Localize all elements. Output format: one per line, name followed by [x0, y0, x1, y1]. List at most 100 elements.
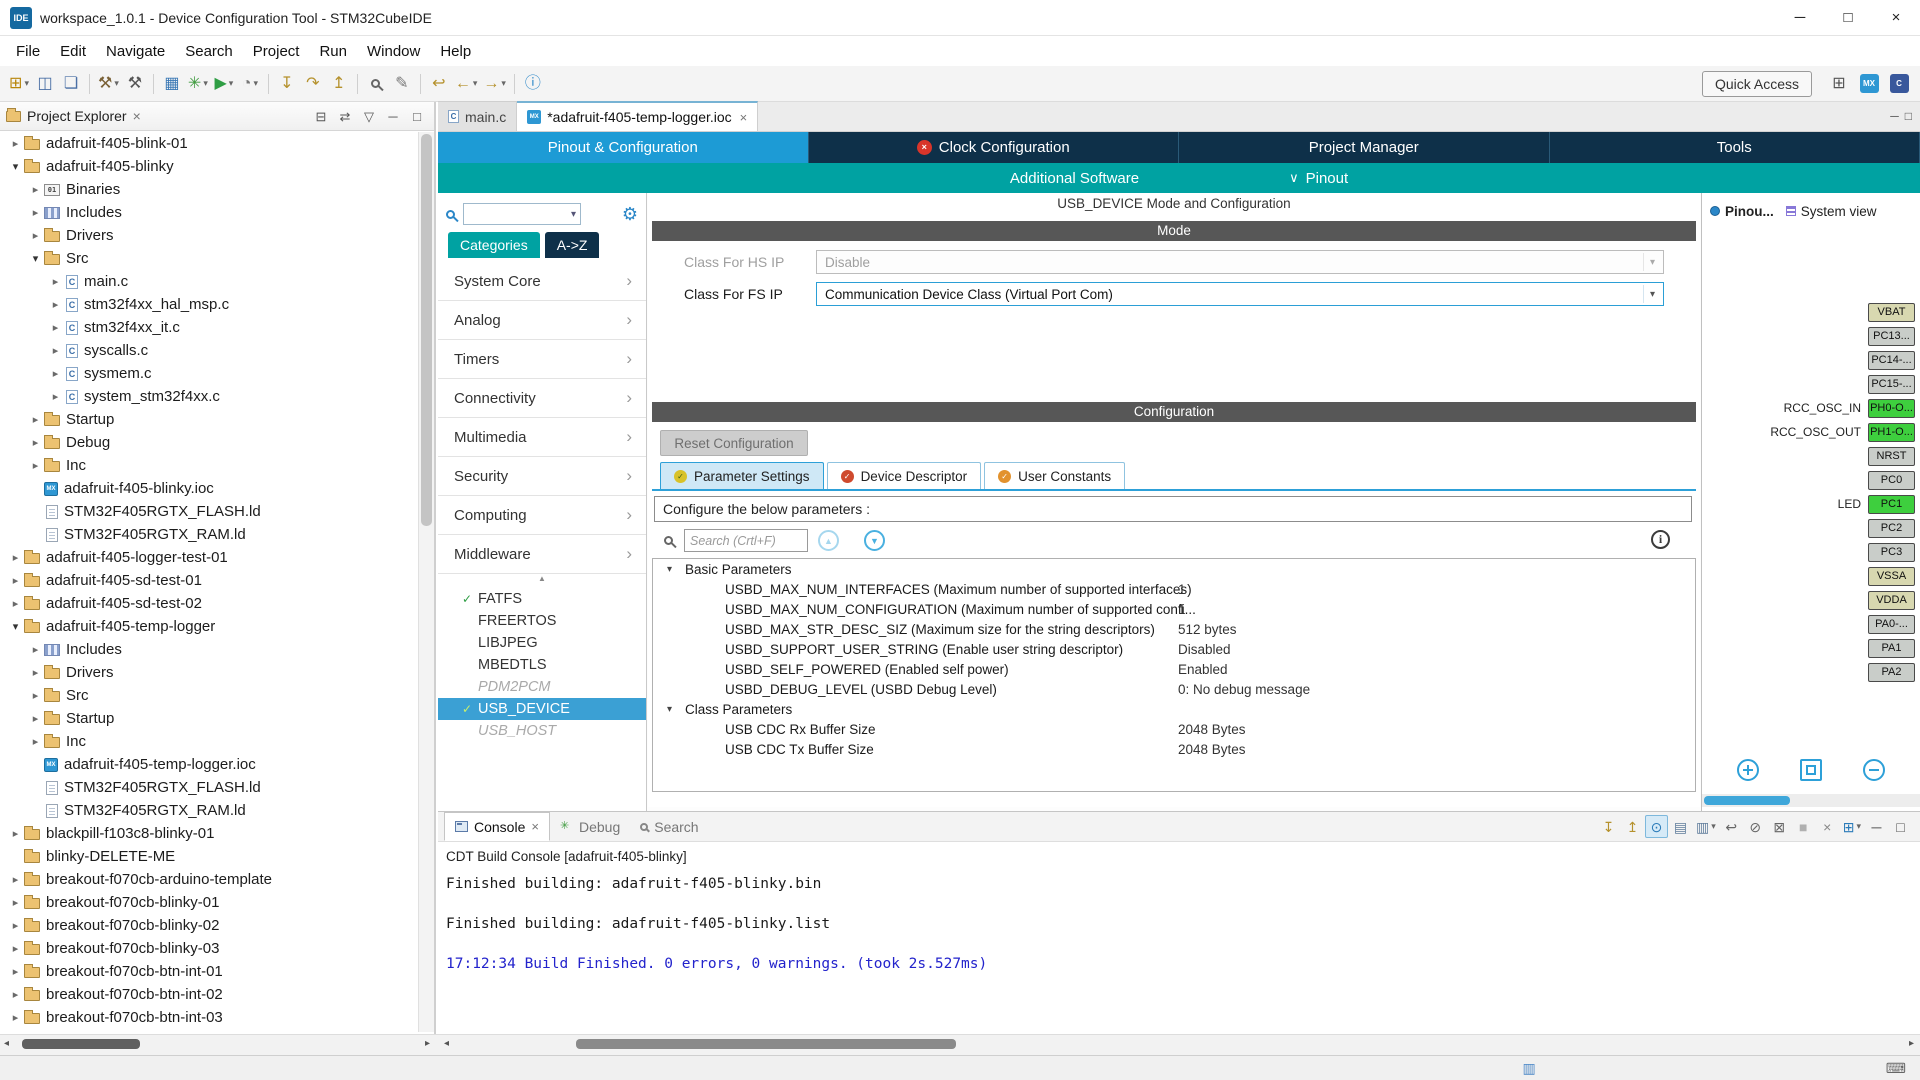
expander-icon[interactable] [8, 827, 23, 840]
pinout-view-tab[interactable]: Pinou... [1710, 204, 1774, 219]
parameter-value[interactable]: 0: No debug message [1178, 682, 1310, 697]
expander-icon[interactable] [28, 735, 43, 748]
new-wizard-icon[interactable]: ⊞ [6, 71, 32, 97]
additional-software-button[interactable]: Additional Software [1010, 170, 1139, 187]
parameter-search-input[interactable] [684, 529, 808, 552]
console-tab[interactable]: Search × [630, 812, 708, 841]
middleware-item[interactable]: USB_HOST [438, 720, 646, 742]
expander-icon[interactable] [48, 344, 63, 357]
tree-item[interactable]: breakout-f070cb-blinky-03 [0, 937, 420, 960]
tree-item[interactable]: Src [0, 684, 420, 707]
toolbar-button[interactable] [153, 74, 154, 94]
tree-item[interactable]: STM32F405RGTX_RAM.ld [0, 523, 420, 546]
expander-icon[interactable] [667, 564, 685, 575]
parameter-value[interactable]: Enabled [1178, 662, 1228, 677]
expander-icon[interactable] [8, 873, 23, 886]
category-item[interactable]: Middleware › [438, 535, 646, 574]
pin[interactable]: PA0-... [1868, 615, 1915, 634]
next-annotation-icon[interactable]: ↧ [1597, 815, 1620, 838]
tree-item[interactable]: syscalls.c [0, 339, 420, 362]
parameter-row[interactable]: USBD_SELF_POWERED (Enabled self power) E… [653, 659, 1695, 679]
parameter-row[interactable]: USBD_MAX_NUM_CONFIGURATION (Maximum numb… [653, 599, 1695, 619]
pinout-horizontal-scrollbar[interactable] [1702, 794, 1920, 807]
pin[interactable]: PC14-... [1868, 351, 1915, 370]
show-console-output-icon[interactable]: ▤ [1669, 815, 1692, 838]
category-item[interactable]: Security › [438, 457, 646, 496]
expander-icon[interactable] [8, 597, 23, 610]
maximize-icon[interactable]: □ [1905, 109, 1912, 123]
middleware-item[interactable]: PDM2PCM [438, 676, 646, 698]
pin[interactable]: PC1 [1868, 495, 1915, 514]
expander-icon[interactable] [8, 942, 23, 955]
step-into-icon[interactable]: ↧ [274, 71, 300, 97]
expander-icon[interactable] [48, 321, 63, 334]
build-working-set-icon[interactable]: ⚒ [95, 71, 122, 97]
pin[interactable]: PC15-... [1868, 375, 1915, 394]
expander-icon[interactable] [8, 620, 23, 633]
remove-launch-icon[interactable]: × [1816, 815, 1839, 838]
pin[interactable]: PC2 [1868, 519, 1915, 538]
tree-item[interactable]: adafruit-f405-temp-logger.ioc [0, 753, 420, 776]
pin[interactable]: PC13... [1868, 327, 1915, 346]
expander-icon[interactable] [8, 919, 23, 932]
maximize-icon[interactable]: □ [406, 105, 428, 127]
ip-search-combo[interactable]: ▾ [463, 203, 581, 225]
pin[interactable]: PA1 [1868, 639, 1915, 658]
parameter-row[interactable]: USB CDC Tx Buffer Size 2048 Bytes [653, 739, 1695, 759]
parameter-tab[interactable]: Parameter Settings [660, 462, 824, 489]
pin[interactable]: PC3 [1868, 543, 1915, 562]
info-icon[interactable]: ⓘ [520, 71, 546, 97]
pin[interactable]: PA2 [1868, 663, 1915, 682]
categories-tab[interactable]: A->Z [545, 232, 600, 258]
parameter-row[interactable]: USBD_MAX_STR_DESC_SIZ (Maximum size for … [653, 619, 1695, 639]
category-item[interactable]: Computing › [438, 496, 646, 535]
parameter-row[interactable]: USB CDC Rx Buffer Size 2048 Bytes [653, 719, 1695, 739]
expander-icon[interactable] [8, 160, 23, 173]
tree-item[interactable]: adafruit-f405-temp-logger [0, 615, 420, 638]
tree-item[interactable]: sysmem.c [0, 362, 420, 385]
device-configuration-perspective-icon[interactable]: MX [1856, 71, 1882, 97]
parameter-row[interactable]: USBD_SUPPORT_USER_STRING (Enable user st… [653, 639, 1695, 659]
save-icon[interactable]: ◫ [32, 71, 58, 97]
tree-item[interactable]: Drivers [0, 224, 420, 247]
category-item[interactable]: Multimedia › [438, 418, 646, 457]
minimize-icon[interactable]: ─ [1865, 815, 1888, 838]
menu-item[interactable]: Search [175, 39, 243, 64]
console-horizontal-scrollbar[interactable]: ◂ ▸ [438, 1037, 1920, 1052]
ioc-config-tab[interactable]: Pinout & Configuration [438, 132, 809, 163]
close-icon[interactable]: × [531, 819, 539, 834]
scroll-lock-icon[interactable]: ⊘ [1744, 815, 1767, 838]
middleware-item[interactable]: LIBJPEG [438, 632, 646, 654]
expander-icon[interactable] [8, 137, 23, 150]
categories-tab[interactable]: Categories [448, 232, 540, 258]
menu-item[interactable]: File [6, 39, 50, 64]
expander-icon[interactable] [8, 574, 23, 587]
build-all-icon[interactable]: ⚒ [122, 71, 148, 97]
pin[interactable]: VDDA [1868, 591, 1915, 610]
tree-item[interactable]: breakout-f070cb-btn-int-03 [0, 1006, 420, 1029]
view-menu-icon[interactable]: ▽ [358, 105, 380, 127]
maximize-icon[interactable]: □ [1889, 815, 1912, 838]
run-icon[interactable]: ▶ [211, 71, 237, 97]
category-item[interactable]: System Core › [438, 262, 646, 301]
scrollbar-thumb[interactable] [576, 1039, 956, 1049]
expander-icon[interactable] [28, 712, 43, 725]
expander-icon[interactable] [28, 252, 43, 265]
scrollbar-thumb[interactable] [1704, 796, 1790, 805]
console-tab[interactable]: Debug × [550, 812, 630, 841]
ioc-config-tab[interactable]: Tools [1550, 132, 1920, 163]
scroll-left-icon[interactable]: ◂ [444, 1038, 449, 1049]
tree-item[interactable]: breakout-f070cb-blinky-01 [0, 891, 420, 914]
pin-console-icon[interactable]: ⊙ [1645, 815, 1668, 838]
minimize-icon[interactable]: ─ [1890, 109, 1899, 123]
pin[interactable]: VSSA [1868, 567, 1915, 586]
parameter-value[interactable]: 512 bytes [1178, 622, 1237, 637]
tree-item[interactable]: Binaries [0, 178, 420, 201]
menu-item[interactable]: Edit [50, 39, 96, 64]
tree-item[interactable]: Inc [0, 730, 420, 753]
profile-icon[interactable]: ◔ [237, 71, 263, 97]
tree-item[interactable]: Includes [0, 638, 420, 661]
tree-item[interactable]: stm32f4xx_hal_msp.c [0, 293, 420, 316]
tree-item[interactable]: Startup [0, 408, 420, 431]
zoom-out-button[interactable] [1863, 759, 1885, 781]
